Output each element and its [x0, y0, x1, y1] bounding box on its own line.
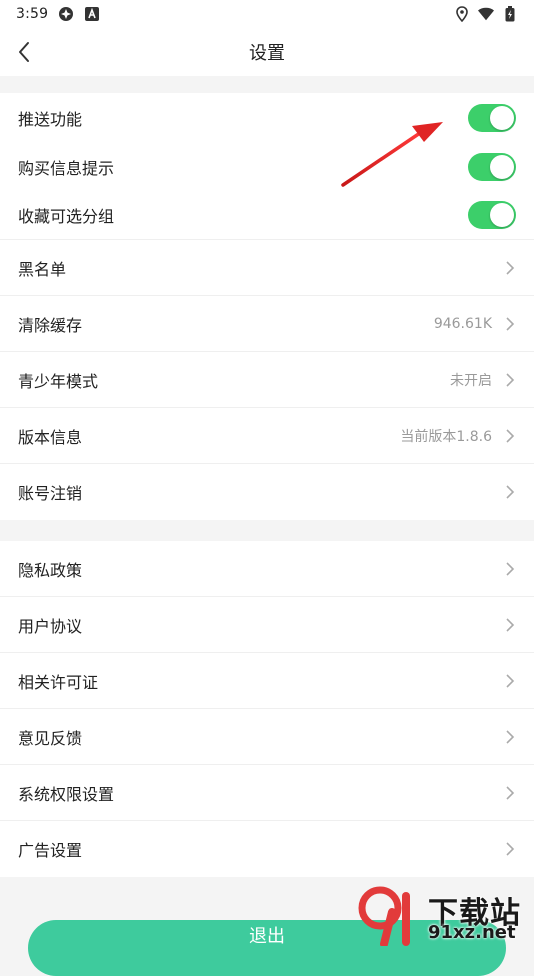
row-user-agreement[interactable]: 用户协议 [0, 597, 534, 653]
chevron-right-icon [504, 428, 516, 444]
logout-button[interactable]: 退出 [28, 920, 506, 976]
row-label: 广告设置 [18, 841, 83, 860]
row-feedback[interactable]: 意见反馈 [0, 709, 534, 765]
row-privacy-policy[interactable]: 隐私政策 [0, 541, 534, 597]
row-favorite-group-toggle: 收藏可选分组 [0, 191, 534, 240]
row-right [504, 617, 516, 633]
row-right [468, 152, 516, 181]
row-label: 推送功能 [18, 109, 83, 129]
chevron-right-icon [504, 260, 516, 276]
wifi-icon [478, 6, 494, 22]
location-icon [454, 6, 470, 22]
row-right [468, 103, 516, 132]
favorite-group-toggle-switch[interactable] [468, 201, 516, 229]
version-value: 当前版本1.8.6 [400, 428, 492, 445]
row-label: 清除缓存 [18, 315, 83, 335]
toggle-knob [490, 105, 514, 130]
row-label: 青少年模式 [18, 371, 99, 391]
status-left: 3:59 [16, 6, 100, 22]
chevron-right-icon [504, 729, 516, 745]
back-button[interactable] [10, 38, 38, 66]
chevron-right-icon [504, 372, 516, 388]
row-right: 当前版本1.8.6 [400, 426, 516, 446]
status-time: 3:59 [16, 6, 49, 22]
chevron-left-icon [19, 42, 29, 62]
row-blacklist[interactable]: 黑名单 [0, 240, 534, 296]
row-teen-mode[interactable]: 青少年模式 未开启 [0, 352, 534, 408]
chevron-right-icon [504, 785, 516, 801]
row-right [504, 785, 516, 801]
row-right: 946.61K [434, 316, 516, 332]
row-right: 未开启 [450, 370, 516, 390]
settings-section-main: 推送功能 购买信息提示 收藏可选分组 黑名单 清除缓存 946.61K 青少年模… [0, 93, 534, 520]
row-right [504, 841, 516, 857]
row-label: 购买信息提示 [18, 158, 115, 178]
a-notification-icon [84, 6, 100, 22]
toggle-knob [490, 154, 514, 179]
row-label: 用户协议 [18, 616, 83, 636]
row-push-toggle: 推送功能 [0, 93, 534, 142]
row-label: 意见反馈 [18, 728, 83, 748]
logout-label: 退出 [249, 926, 285, 947]
row-right [504, 484, 516, 500]
row-label: 黑名单 [18, 259, 67, 279]
row-version-info[interactable]: 版本信息 当前版本1.8.6 [0, 408, 534, 464]
row-system-permissions[interactable]: 系统权限设置 [0, 765, 534, 821]
row-label: 账号注销 [18, 484, 83, 503]
row-label: 收藏可选分组 [18, 207, 115, 226]
status-bar: 3:59 [0, 0, 534, 28]
row-right [504, 561, 516, 577]
cache-size-value: 946.61K [433, 315, 492, 332]
chevron-right-icon [504, 673, 516, 689]
header: 设置 [0, 28, 534, 76]
push-toggle-switch[interactable] [468, 103, 516, 132]
settings-section-legal: 隐私政策 用户协议 相关许可证 意见反馈 系统权限设置 广告设置 [0, 541, 534, 877]
row-ad-settings[interactable]: 广告设置 [0, 821, 534, 877]
row-right [468, 201, 516, 229]
row-right [504, 729, 516, 745]
toggle-knob [490, 203, 514, 227]
row-label: 相关许可证 [18, 672, 99, 692]
battery-icon [502, 6, 518, 22]
status-right [454, 6, 518, 22]
chevron-right-icon [504, 316, 516, 332]
chevron-right-icon [504, 617, 516, 633]
row-purchase-notice-toggle: 购买信息提示 [0, 142, 534, 191]
chevron-right-icon [504, 561, 516, 577]
page-title: 设置 [249, 43, 285, 64]
row-clear-cache[interactable]: 清除缓存 946.61K [0, 296, 534, 352]
chevron-right-icon [504, 484, 516, 500]
row-label: 隐私政策 [18, 560, 83, 580]
row-account-deletion[interactable]: 账号注销 [0, 464, 534, 520]
row-right [504, 673, 516, 689]
row-label: 系统权限设置 [18, 784, 115, 804]
purchase-notice-toggle-switch[interactable] [468, 152, 516, 181]
row-label: 版本信息 [18, 427, 83, 447]
row-right [504, 260, 516, 276]
chevron-right-icon [504, 841, 516, 857]
row-licenses[interactable]: 相关许可证 [0, 653, 534, 709]
teen-mode-value: 未开启 [450, 372, 492, 389]
app-notification-icon [58, 6, 74, 22]
